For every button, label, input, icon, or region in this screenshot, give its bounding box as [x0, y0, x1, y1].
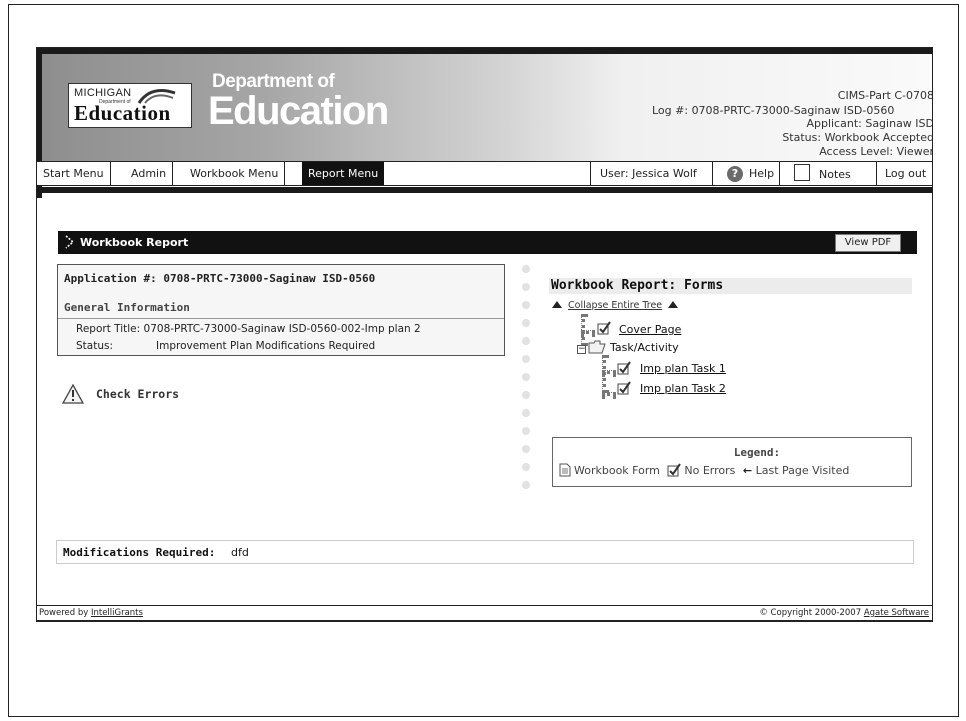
application-number: Application #: 0708-PRTC-73000-Saginaw I… [64, 272, 376, 285]
separator-dot [522, 265, 530, 273]
department-title-line2: Education [208, 89, 389, 133]
tree-connector [602, 392, 616, 396]
logo-state-text: MICHIGAN [74, 87, 132, 99]
no-errors-check-icon [667, 463, 682, 477]
check-errors-label: Check Errors [96, 387, 180, 401]
forms-heading-bar: Workbook Report: Forms [549, 278, 912, 294]
tree-item-cover-page[interactable]: Cover Page [619, 323, 681, 336]
application-status: Status: Improvement Plan Modifications Re… [76, 340, 375, 352]
tree-item-task-1[interactable]: Imp plan Task 1 [640, 362, 726, 375]
report-title-bar: Workbook Report View PDF [58, 231, 917, 254]
legend-last-page: Last Page Visited [755, 464, 850, 477]
powered-by: Powered by IntelliGrants [39, 608, 143, 618]
folder-open-icon [588, 340, 606, 354]
separator-dot [522, 445, 530, 453]
separator-dots [521, 265, 531, 495]
notes-icon [794, 164, 810, 181]
cims-info: CIMS-Part C-0708 . Applicant: Saginaw IS… [782, 89, 933, 159]
tree-connector [602, 370, 616, 374]
separator-dot [522, 283, 530, 291]
legend-no-errors: No Errors [684, 464, 736, 477]
report-title: Workbook Report [80, 236, 189, 249]
legend-title: Legend: [733, 446, 781, 459]
separator-dot [522, 373, 530, 381]
warning-icon [62, 384, 84, 404]
menu-workbook[interactable]: Workbook Menu [184, 162, 286, 185]
menu-admin[interactable]: Admin [125, 162, 174, 185]
logo-education-text: Education [74, 101, 171, 125]
applicant: Applicant: Saginaw ISD [806, 117, 933, 130]
separator-dot [522, 337, 530, 345]
checked-form-icon [617, 361, 631, 375]
general-info-heading: General Information [64, 301, 190, 314]
agate-software-link[interactable]: Agate Software [864, 608, 929, 618]
menu-bar: Start Menu Admin Workbook Menu Report Me… [37, 161, 932, 186]
menu-start[interactable]: Start Menu [37, 162, 111, 185]
report-title-value: Report Title: 0708-PRTC-73000-Saginaw IS… [76, 323, 421, 335]
checked-form-icon [597, 321, 611, 335]
access-level: Access Level: Viewer [819, 145, 933, 158]
forms-heading: Workbook Report: Forms [551, 278, 724, 293]
collapse-tree-link[interactable]: Collapse Entire Tree [568, 300, 662, 311]
collapse-tree-row: Collapse Entire Tree [552, 300, 679, 311]
view-pdf-button[interactable]: View PDF [835, 234, 901, 252]
copyright: © Copyright 2000-2007 Agate Software [759, 608, 929, 618]
powered-by-text: Powered by [39, 608, 89, 618]
left-arrow-icon: ← [742, 464, 753, 477]
notes-button[interactable]: Notes [780, 162, 877, 185]
help-button[interactable]: ? Help [713, 162, 780, 185]
separator-dot [522, 355, 530, 363]
modifications-required-box: Modifications Required: dfd [56, 540, 914, 564]
legend-workbook-form: Workbook Form [574, 464, 660, 477]
tree-item-task-activity: Task/Activity [610, 341, 679, 354]
footer: Powered by IntelliGrants © Copyright 200… [37, 605, 932, 621]
workbook-form-icon [559, 463, 571, 477]
collapse-up-icon [552, 301, 562, 308]
application-info-box: Application #: 0708-PRTC-73000-Saginaw I… [57, 264, 505, 356]
divider [58, 318, 504, 319]
tree-connector [581, 330, 595, 334]
separator-dot [522, 319, 530, 327]
current-user: User: Jessica Wolf [590, 162, 713, 185]
michigan-education-logo[interactable]: MICHIGAN Department of Education [68, 83, 192, 128]
cims-part: CIMS-Part C-0708 [837, 89, 933, 102]
separator-dot [522, 301, 530, 309]
tree-connector [602, 355, 606, 393]
app-window: MICHIGAN Department of Education Departm… [36, 47, 933, 622]
separator-dot [522, 409, 530, 417]
menu-report[interactable]: Report Menu [302, 162, 385, 185]
legend-row: Workbook Form No Errors ← Last Page Visi… [559, 463, 849, 477]
help-label: Help [749, 167, 775, 180]
notes-label: Notes [819, 168, 851, 181]
help-icon: ? [727, 166, 743, 182]
modifications-label: Modifications Required: [63, 546, 216, 559]
legend-box: Legend: Workbook Form No Errors ← Last P… [552, 437, 912, 487]
checked-form-icon [617, 381, 631, 395]
logout-button[interactable]: Log out [885, 162, 926, 185]
tree-item-task-2[interactable]: Imp plan Task 2 [640, 382, 726, 395]
header: MICHIGAN Department of Education Departm… [42, 54, 933, 162]
report-arrow-icon [65, 235, 75, 249]
copyright-text: © Copyright 2000-2007 [759, 608, 862, 618]
modifications-value: dfd [231, 546, 249, 559]
collapse-node-icon[interactable]: − [577, 345, 586, 354]
intelligrants-link[interactable]: IntelliGrants [91, 608, 143, 618]
sub-band [37, 187, 932, 193]
separator-dot [522, 481, 530, 489]
separator-dot [522, 427, 530, 435]
collapse-up-icon [668, 301, 679, 308]
status-value: Improvement Plan Modifications Required [156, 340, 376, 352]
separator-dot [522, 463, 530, 471]
status-label: Status: [76, 340, 113, 352]
workbook-status: Status: Workbook Accepted [782, 131, 933, 144]
separator-dot [522, 391, 530, 399]
